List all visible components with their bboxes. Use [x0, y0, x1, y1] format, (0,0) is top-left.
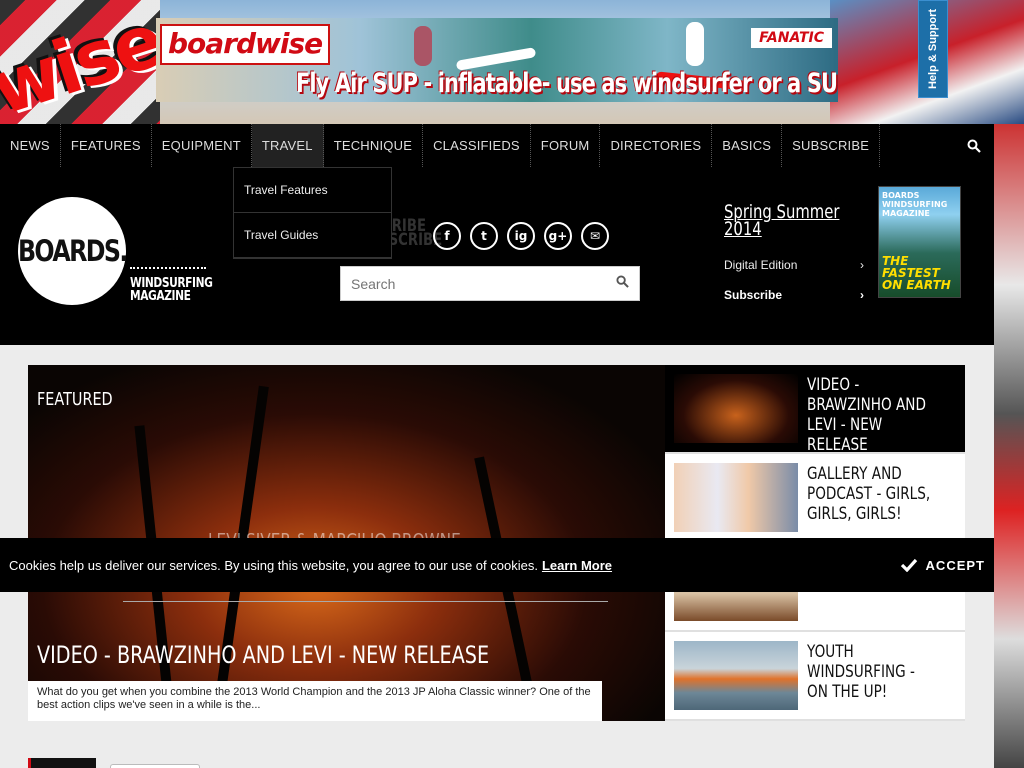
social-links: f t ig g+ ✉: [433, 222, 609, 250]
nav-classifieds[interactable]: CLASSIFIEDS: [423, 124, 531, 167]
banner-partner-logo: FANATIC: [751, 28, 832, 48]
side-article[interactable]: GALLERY AND PODCAST - GIRLS, GIRLS, GIRL…: [665, 454, 965, 543]
accept-button[interactable]: ACCEPT: [900, 558, 985, 573]
background-right-strip: [990, 124, 1024, 768]
nav-forum[interactable]: FORUM: [531, 124, 601, 167]
digital-edition-label: Digital Edition: [724, 258, 798, 272]
banner-rider-1: [414, 26, 432, 66]
cover-headline: THE FASTEST ON EARTH: [882, 255, 951, 291]
cover-headline-line-3: ON EARTH: [882, 278, 951, 292]
nav-subscribe[interactable]: SUBSCRIBE: [782, 124, 881, 167]
bottom-button[interactable]: [110, 764, 200, 768]
checkmark-icon: [900, 558, 917, 572]
cookie-banner: Cookies help us deliver our services. By…: [0, 538, 994, 592]
search-input[interactable]: [351, 275, 616, 292]
featured-divider: [123, 601, 608, 602]
travel-dropdown: Travel Features Travel Guides: [233, 167, 392, 259]
nav-features[interactable]: FEATURES: [61, 124, 152, 167]
logo-divider: [130, 267, 206, 269]
main-nav: NEWS FEATURES EQUIPMENT TRAVEL TECHNIQUE…: [0, 124, 994, 167]
accept-label: ACCEPT: [925, 557, 985, 573]
bottom-section-tab: [28, 758, 96, 768]
nav-directories[interactable]: DIRECTORIES: [600, 124, 713, 167]
nav-basics[interactable]: BASICS: [712, 124, 783, 167]
digital-edition-link[interactable]: Digital Edition ›: [724, 258, 864, 272]
search-field[interactable]: [340, 266, 640, 301]
side-article-thumbnail: [674, 374, 798, 443]
email-icon[interactable]: ✉: [581, 222, 609, 250]
logo-subtitle-line-2: MAGAZINE: [130, 289, 191, 304]
banner-rider-2: [686, 22, 704, 66]
side-article-thumbnail: [674, 641, 798, 710]
side-article-thumbnail: [674, 463, 798, 532]
side-article-title: YOUTH WINDSURFING - ON THE UP!: [807, 642, 915, 702]
dropdown-travel-features[interactable]: Travel Features: [234, 168, 391, 213]
featured-title[interactable]: VIDEO - BRAWZINHO AND LEVI - NEW RELEASE: [37, 641, 489, 669]
instagram-icon[interactable]: ig: [507, 222, 535, 250]
logo-text: BOARDS.: [17, 234, 128, 268]
site-header: BOARDS. WINDSURFING MAGAZINE SUBSCRIBE &…: [0, 167, 994, 345]
dropdown-travel-guides[interactable]: Travel Guides: [234, 213, 391, 258]
chevron-right-icon: ›: [860, 258, 864, 272]
cookie-message: Cookies help us deliver our services. By…: [9, 557, 538, 573]
help-support-label: Help & Support: [927, 8, 939, 90]
learn-more-link[interactable]: Learn More: [542, 558, 612, 573]
banner-ad[interactable]: boardwise FANATIC Fly Air SUP - inflatab…: [156, 18, 838, 102]
featured-label: FEATURED: [37, 389, 113, 410]
help-support-tab[interactable]: Help & Support: [918, 0, 948, 98]
issue-title-link[interactable]: Spring Summer 2014: [724, 203, 839, 240]
side-article[interactable]: VIDEO - BRAWZINHO AND LEVI - NEW RELEASE: [665, 365, 965, 455]
side-article-title: GALLERY AND PODCAST - GIRLS, GIRLS, GIRL…: [807, 464, 931, 524]
nav-technique[interactable]: TECHNIQUE: [324, 124, 424, 167]
subscribe-label: Subscribe: [724, 288, 783, 302]
twitter-icon[interactable]: t: [470, 222, 498, 250]
nav-equipment[interactable]: EQUIPMENT: [152, 124, 252, 167]
search-icon[interactable]: [954, 124, 994, 167]
banner-caption: Fly Air SUP - inflatable- use as windsur…: [296, 68, 838, 99]
side-article-title: VIDEO - BRAWZINHO AND LEVI - NEW RELEASE: [807, 375, 926, 455]
issue-title-line-2: 2014: [724, 218, 762, 240]
chevron-right-icon: ›: [860, 288, 864, 302]
nav-news[interactable]: NEWS: [0, 124, 61, 167]
google-plus-icon[interactable]: g+: [544, 222, 572, 250]
magazine-cover[interactable]: BOARDS WINDSURFING MAGAZINE THE FASTEST …: [878, 186, 961, 298]
banner-brand-logo: boardwise: [160, 24, 331, 65]
logo-subtitle: WINDSURFING MAGAZINE: [130, 277, 213, 304]
facebook-icon[interactable]: f: [433, 222, 461, 250]
featured-excerpt: What do you get when you combine the 201…: [28, 681, 602, 721]
boards-logo[interactable]: BOARDS.: [17, 197, 128, 305]
search-submit-icon[interactable]: [616, 274, 629, 293]
subscribe-link[interactable]: Subscribe ›: [724, 288, 864, 302]
side-article[interactable]: YOUTH WINDSURFING - ON THE UP!: [665, 632, 965, 721]
nav-travel[interactable]: TRAVEL: [251, 124, 324, 167]
cover-title: BOARDS WINDSURFING MAGAZINE: [882, 191, 948, 218]
